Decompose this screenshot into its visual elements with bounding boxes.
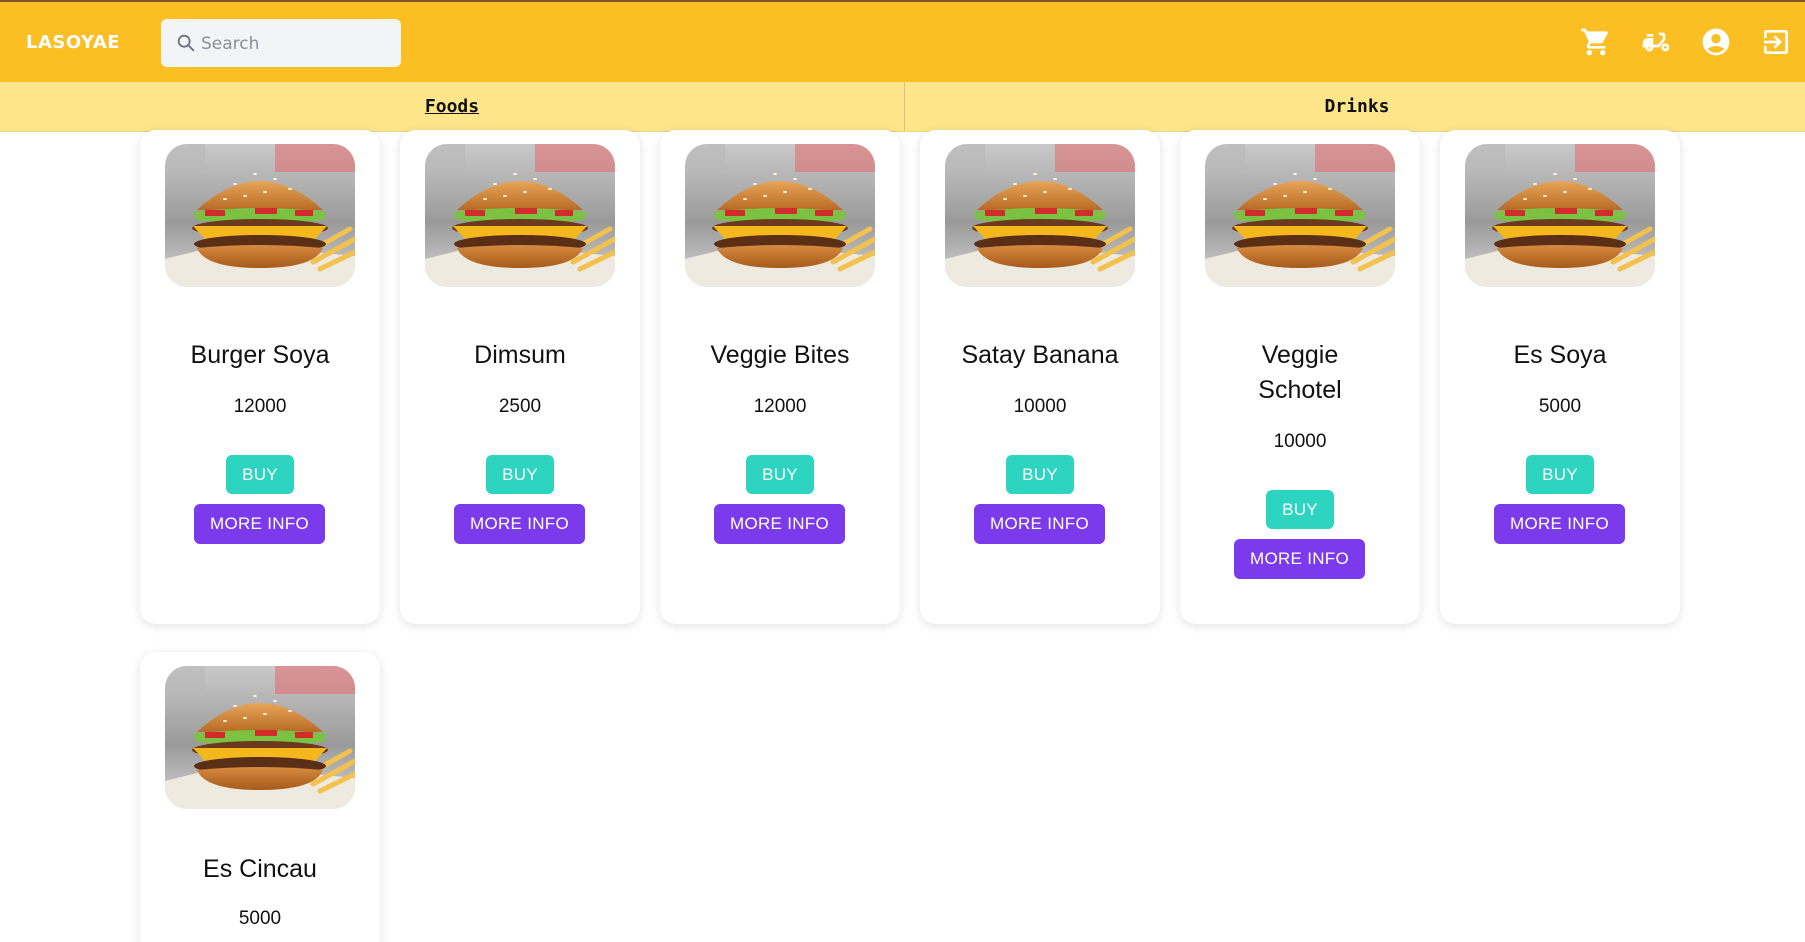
buy-button[interactable]: BUY <box>486 455 554 494</box>
product-image <box>685 144 875 287</box>
tab-foods[interactable]: Foods <box>0 82 904 131</box>
buy-button[interactable]: BUY <box>1266 490 1334 529</box>
more-info-button[interactable]: MORE INFO <box>974 504 1105 544</box>
product-name: Es Soya <box>1513 341 1607 369</box>
buy-button[interactable]: BUY <box>746 455 814 494</box>
product-card: Satay Banana 10000 BUY MORE INFO <box>920 130 1160 624</box>
cart-icon[interactable] <box>1580 26 1612 58</box>
tab-foods-label: Foods <box>424 96 480 117</box>
search-input[interactable]: Search <box>161 19 401 67</box>
product-name: Veggie Bites <box>710 341 850 369</box>
product-name: Es Cincau <box>203 855 317 883</box>
product-image <box>165 666 355 809</box>
product-price: 10000 <box>1273 431 1327 452</box>
product-name: Satay Banana <box>961 341 1119 369</box>
product-name: Burger Soya <box>190 341 330 369</box>
buy-button[interactable]: BUY <box>226 455 294 494</box>
product-card: Dimsum 2500 BUY MORE INFO <box>400 130 640 624</box>
product-card: Burger Soya 12000 BUY MORE INFO <box>140 130 380 624</box>
product-price: 12000 <box>233 396 287 417</box>
brand-logo[interactable]: LASOYAE <box>26 32 120 53</box>
account-icon[interactable] <box>1700 26 1732 58</box>
more-info-button[interactable]: MORE INFO <box>1234 539 1365 579</box>
product-image <box>1205 144 1395 287</box>
logout-icon[interactable] <box>1760 26 1792 58</box>
more-info-button[interactable]: MORE INFO <box>714 504 845 544</box>
product-name: Dimsum <box>474 341 566 369</box>
product-price: 5000 <box>1538 396 1582 417</box>
product-price: 5000 <box>238 908 282 929</box>
search-icon <box>177 34 195 52</box>
scooter-icon[interactable] <box>1640 26 1672 58</box>
product-price: 12000 <box>753 396 807 417</box>
product-price: 2500 <box>498 396 542 417</box>
more-info-button[interactable]: MORE INFO <box>194 504 325 544</box>
buy-button[interactable]: BUY <box>1006 455 1074 494</box>
product-card: Es Cincau 5000 <box>140 652 380 942</box>
top-navbar: LASOYAE Search <box>0 0 1805 82</box>
tab-drinks[interactable]: Drinks <box>905 82 1805 131</box>
more-info-button[interactable]: MORE INFO <box>454 504 585 544</box>
tab-drinks-label: Drinks <box>1324 96 1390 117</box>
product-image <box>945 144 1135 287</box>
more-info-button[interactable]: MORE INFO <box>1494 504 1625 544</box>
product-image <box>425 144 615 287</box>
product-card: Veggie Schotel 10000 BUY MORE INFO <box>1180 130 1420 624</box>
product-card: Es Soya 5000 BUY MORE INFO <box>1440 130 1680 624</box>
buy-button[interactable]: BUY <box>1526 455 1594 494</box>
product-card: Veggie Bites 12000 BUY MORE INFO <box>660 130 900 624</box>
product-image <box>165 144 355 287</box>
product-name: Veggie Schotel <box>1258 341 1342 404</box>
page: LASOYAE Search Foods Drinks Burger Soya … <box>0 0 1805 942</box>
search-placeholder: Search <box>201 34 260 54</box>
product-image <box>1465 144 1655 287</box>
category-tabs: Foods Drinks <box>0 82 1805 132</box>
product-price: 10000 <box>1013 396 1067 417</box>
